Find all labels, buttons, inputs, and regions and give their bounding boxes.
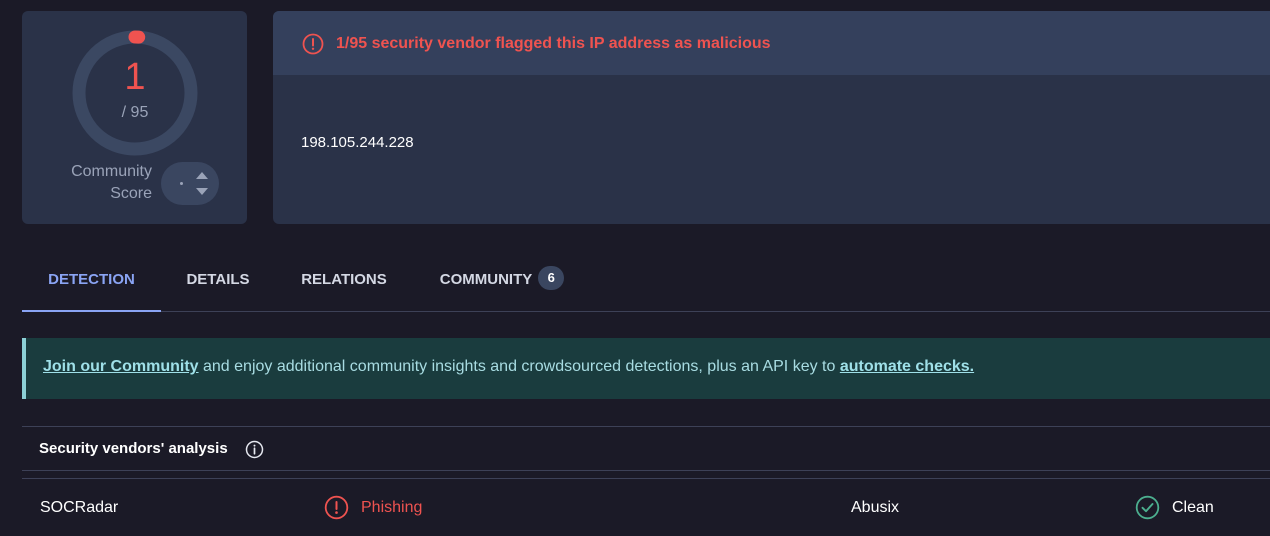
vendor-result-clean: Clean xyxy=(1172,499,1214,516)
vendor-result-malicious: Phishing xyxy=(361,499,423,516)
community-score-label-line1: Community xyxy=(71,163,152,180)
vote-down-icon[interactable] xyxy=(196,188,208,195)
info-circle-icon[interactable] xyxy=(245,440,264,459)
tab-community-label: COMMUNITY xyxy=(439,271,533,288)
vendor-name: SOCRadar xyxy=(40,499,119,516)
community-banner: Join our Community and enjoy additional … xyxy=(22,338,1270,399)
automate-checks-link[interactable]: automate checks. xyxy=(840,358,974,375)
tab-bar: DETECTION DETAILS RELATIONS COMMUNITY 6 xyxy=(22,252,1270,312)
ip-info-card: 1/95 security vendor flagged this IP add… xyxy=(273,11,1270,224)
tab-detection[interactable]: DETECTION xyxy=(22,252,161,312)
tab-relations-label: RELATIONS xyxy=(301,271,387,288)
ip-address: 198.105.244.228 xyxy=(301,134,414,151)
tab-detection-label: DETECTION xyxy=(48,271,135,288)
score-card: 1 / 95 Community Score xyxy=(22,11,247,224)
detection-count: 1 xyxy=(124,56,146,98)
tab-details-label: DETAILS xyxy=(186,271,250,288)
community-count-badge: 6 xyxy=(538,266,565,291)
banner-middle-text: and enjoy additional community insights … xyxy=(198,358,840,375)
tab-community[interactable]: COMMUNITY 6 xyxy=(432,252,572,312)
tab-relations[interactable]: RELATIONS xyxy=(290,252,398,312)
community-score-label-line2: Score xyxy=(110,185,152,202)
vendors-section-header: Security vendors' analysis xyxy=(22,426,1270,471)
vote-up-icon[interactable] xyxy=(196,172,208,179)
banner-text: Join our Community and enjoy additional … xyxy=(43,358,974,376)
vendors-section-title: Security vendors' analysis xyxy=(39,440,228,457)
community-score-label: Community Score xyxy=(52,161,152,205)
exclamation-circle-icon xyxy=(302,33,324,55)
malicious-alert-bar: 1/95 security vendor flagged this IP add… xyxy=(273,11,1270,75)
vote-dot-icon xyxy=(180,182,183,185)
detection-total: / 95 xyxy=(121,104,149,121)
exclamation-circle-icon xyxy=(324,495,349,520)
alert-text: 1/95 security vendor flagged this IP add… xyxy=(336,35,771,52)
join-community-link[interactable]: Join our Community xyxy=(43,358,199,375)
table-row: SOCRadar Phishing Abusix Clean xyxy=(22,478,1270,536)
tab-details[interactable]: DETAILS xyxy=(172,252,264,312)
check-circle-icon xyxy=(1135,495,1160,520)
community-vote-control[interactable] xyxy=(161,162,219,205)
vendor-name: Abusix xyxy=(851,499,900,516)
